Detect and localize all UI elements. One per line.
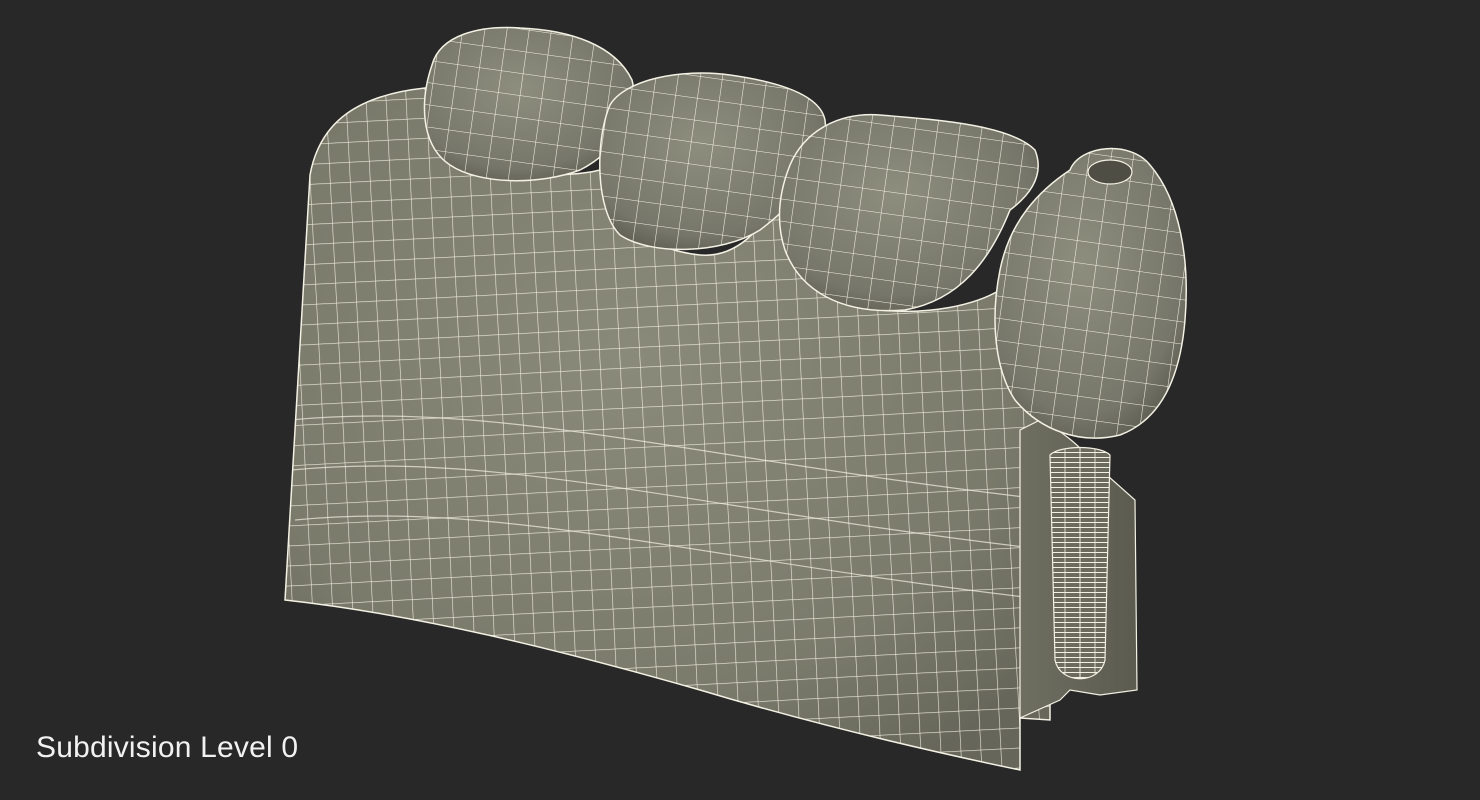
dental-implant-model-icon <box>284 26 1187 771</box>
3d-viewport[interactable]: Subdivision Level 0 <box>0 0 1480 800</box>
subdivision-level-label: Subdivision Level 0 <box>36 731 299 764</box>
